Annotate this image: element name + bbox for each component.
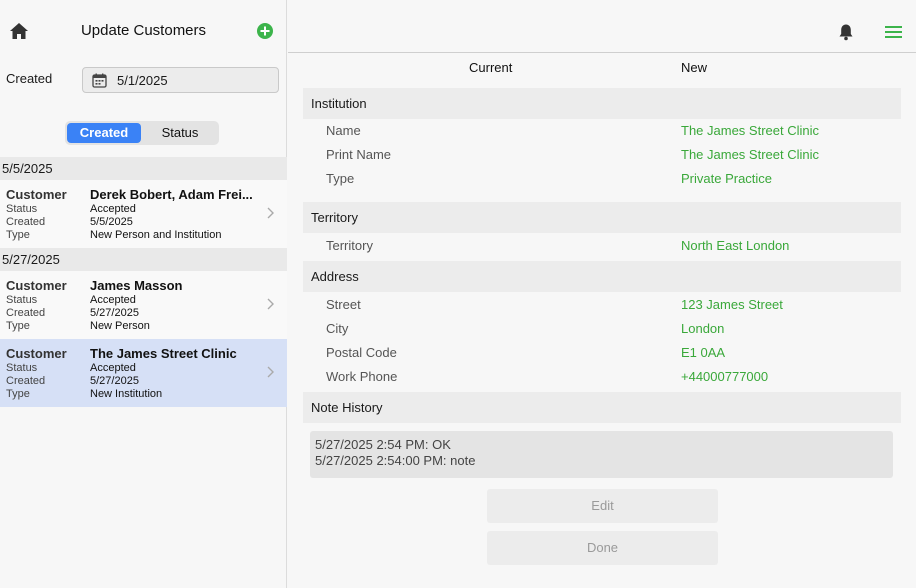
created-date-picker[interactable]: 5/1/2025 (82, 67, 279, 93)
type-label: Type (6, 229, 30, 241)
created-label: Created (6, 216, 46, 228)
app: Update Customers Created 5/1/2025 Create… (0, 0, 916, 588)
created-value: 5/5/2025 (90, 216, 133, 228)
field-new-work-phone: +44000777000 (681, 369, 769, 384)
page-title: Update Customers (80, 22, 207, 39)
field-new-name: The James Street Clinic (681, 123, 819, 138)
field-new-print-name: The James Street Clinic (681, 147, 819, 162)
segment-created[interactable]: Created (67, 123, 141, 143)
created-date-value: 5/1/2025 (117, 73, 168, 88)
field-label-street: Street (326, 297, 361, 312)
status-label: Status (6, 203, 38, 215)
detail-toolbar (288, 0, 916, 53)
list-item[interactable]: Customer Derek Bobert, Adam Frei... Stat… (0, 180, 287, 248)
status-value: Accepted (90, 203, 136, 215)
group-header: 5/5/2025 (0, 157, 287, 180)
column-header-new: New (681, 60, 708, 75)
done-button[interactable]: Done (487, 531, 718, 565)
field-new-city: London (681, 321, 725, 336)
customer-label: Customer (6, 278, 67, 293)
note-line: 5/27/2025 2:54 PM: OK (315, 437, 451, 452)
field-label-print-name: Print Name (326, 147, 392, 162)
plus-circle-icon[interactable] (257, 23, 273, 39)
list-item[interactable]: Customer James Masson Status Accepted Cr… (0, 271, 287, 339)
field-label-city: City (326, 321, 349, 336)
field-label-territory: Territory (326, 238, 373, 253)
field-label-postal-code: Postal Code (326, 345, 397, 360)
type-value: New Person (90, 320, 150, 332)
status-value: Accepted (90, 362, 136, 374)
column-header-current: Current (469, 60, 513, 75)
type-value: New Person and Institution (90, 229, 222, 241)
note-history-box: 5/27/2025 2:54 PM: OK 5/27/2025 2:54:00 … (310, 431, 893, 478)
created-label: Created (6, 375, 46, 387)
field-new-street: 123 James Street (681, 297, 783, 312)
status-label: Status (6, 362, 38, 374)
list-header: Update Customers (0, 0, 287, 53)
type-label: Type (6, 388, 30, 400)
chevron-right-icon (267, 366, 274, 378)
created-value: 5/27/2025 (90, 375, 139, 387)
field-new-type: Private Practice (681, 171, 773, 186)
note-line: 5/27/2025 2:54:00 PM: note (315, 453, 476, 468)
field-label-name: Name (326, 123, 361, 138)
field-new-territory: North East London (681, 238, 790, 253)
calendar-icon (92, 73, 107, 88)
sort-segmented-control: Created Status (65, 121, 219, 145)
customer-label: Customer (6, 346, 67, 361)
section-address: Address (303, 261, 901, 292)
segment-status[interactable]: Status (143, 123, 217, 143)
created-label: Created (6, 307, 46, 319)
list-item-selected[interactable]: Customer The James Street Clinic Status … (0, 339, 287, 407)
section-note-history: Note History (303, 392, 901, 423)
created-filter-label: Created (6, 71, 53, 86)
customer-list-pane: Update Customers Created 5/1/2025 Create… (0, 0, 287, 588)
chevron-right-icon (267, 207, 274, 219)
customer-name: James Masson (90, 278, 183, 293)
edit-button[interactable]: Edit (487, 489, 718, 523)
customer-name: The James Street Clinic (90, 346, 237, 361)
field-label-work-phone: Work Phone (326, 369, 398, 384)
section-institution: Institution (303, 88, 901, 119)
type-label: Type (6, 320, 30, 332)
status-value: Accepted (90, 294, 136, 306)
chevron-right-icon (267, 298, 274, 310)
field-new-postal-code: E1 0AA (681, 345, 726, 360)
group-header: 5/27/2025 (0, 248, 287, 271)
section-territory: Territory (303, 202, 901, 233)
bell-icon[interactable] (837, 23, 855, 41)
created-value: 5/27/2025 (90, 307, 139, 319)
customer-name: Derek Bobert, Adam Frei... (90, 187, 253, 202)
hamburger-menu-icon[interactable] (885, 25, 902, 39)
status-label: Status (6, 294, 38, 306)
field-label-type: Type (326, 171, 355, 186)
customer-label: Customer (6, 187, 67, 202)
type-value: New Institution (90, 388, 163, 400)
